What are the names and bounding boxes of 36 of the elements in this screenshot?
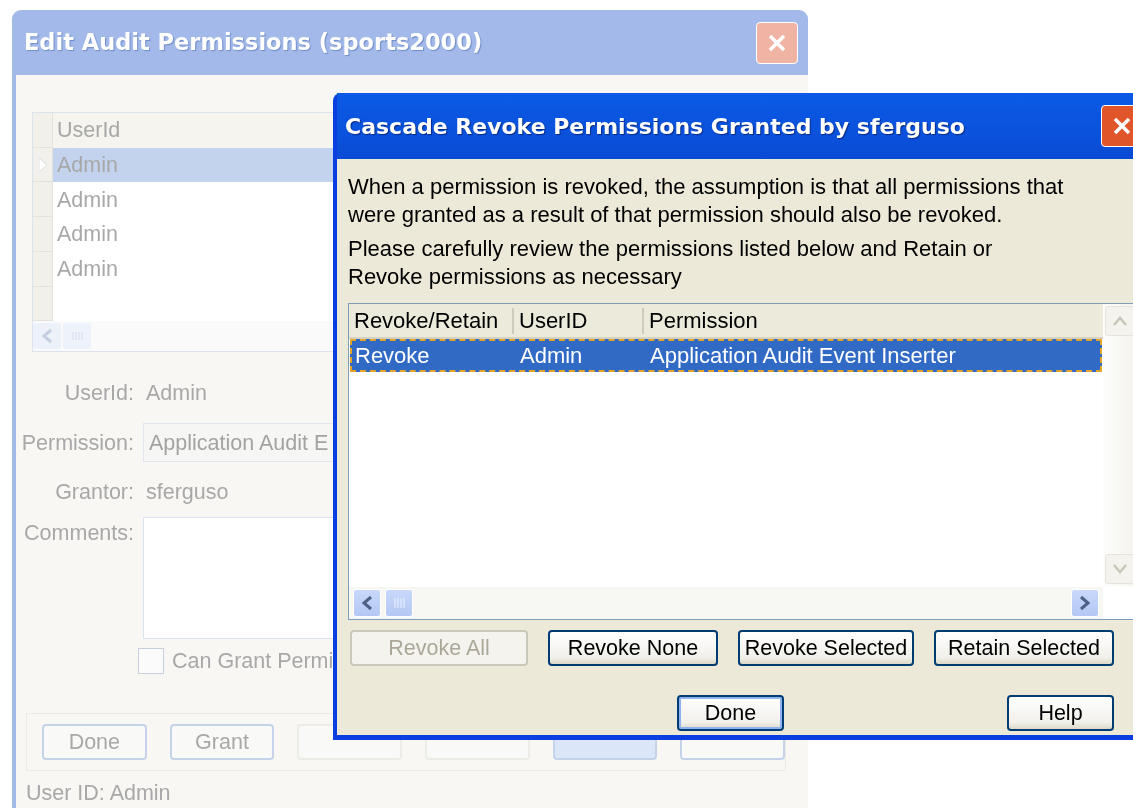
list-cell-text: Application Audit Event Inserter <box>649 342 957 370</box>
column-header[interactable]: Permission <box>644 307 1084 334</box>
column-header[interactable]: UserID <box>514 307 644 334</box>
button[interactable]: Done <box>677 695 784 731</box>
close-button[interactable] <box>1101 105 1133 147</box>
column-header[interactable]: Revoke/Retain <box>349 307 514 334</box>
field-label: Comments: <box>23 519 135 547</box>
button[interactable]: Revoke Selected <box>738 630 914 666</box>
row-header <box>33 286 53 322</box>
close-button[interactable] <box>756 21 798 64</box>
checkbox-label: Can Grant Permi <box>172 647 334 675</box>
instruction-text: When a permission is revoked, the assumption is that all permissions that were granted as a result of that permission should also be revoked. <box>348 173 1065 229</box>
vertical-scrollbar[interactable] <box>1103 304 1133 586</box>
field-label: UserId: <box>63 380 135 407</box>
button[interactable]: Retain Selected <box>934 630 1114 666</box>
close-icon <box>1112 116 1132 136</box>
scroll-thumb-icon <box>393 597 405 609</box>
button[interactable]: Help <box>1007 695 1114 731</box>
window-title: Edit Audit Permissions (sports2000) <box>24 27 483 57</box>
button[interactable]: Revoke None <box>548 630 718 666</box>
instruction-text: Please carefully review the permissions listed below and Retain or Revoke permissions as necessary <box>348 235 994 291</box>
field-value: Admin <box>146 380 207 407</box>
field-label: Grantor: <box>54 479 135 507</box>
list-cell-text: Admin <box>519 342 584 370</box>
row-pointer-icon <box>38 157 47 172</box>
horizontal-scrollbar[interactable] <box>349 587 1103 619</box>
list-row[interactable]: Revoke Admin Application Audit Event Inserter <box>350 339 1102 372</box>
row-header <box>33 217 53 252</box>
field-value: sferguso <box>146 479 229 507</box>
row-header <box>33 251 53 287</box>
field-label: Permission: <box>20 429 135 457</box>
status-bar-text: User ID: Admin <box>26 779 172 807</box>
checkbox[interactable] <box>138 647 164 674</box>
list-cell-text: Revoke <box>354 342 431 370</box>
close-icon <box>767 32 787 53</box>
dialog-title: Cascade Revoke Permissions Granted by sferguso <box>345 112 965 141</box>
